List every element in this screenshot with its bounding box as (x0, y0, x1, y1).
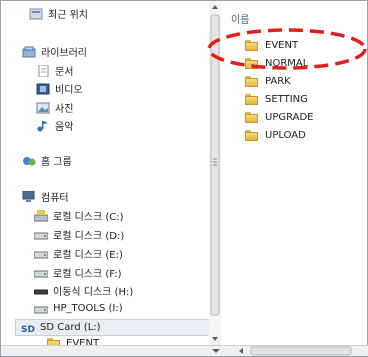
nav-item-drive-h[interactable]: 이동식 디스크 (H:) (33, 282, 133, 299)
folder-item-setting[interactable]: SETTING (245, 91, 308, 107)
pictures-icon (36, 102, 50, 114)
nav-item-recent-places[interactable]: 최근 위치 (29, 5, 88, 22)
nav-item-documents[interactable]: 문서 (36, 62, 73, 79)
nav-item-sd-card[interactable]: SD SD Card (L:) (15, 319, 209, 336)
recent-places-icon (29, 8, 43, 20)
folder-item-park[interactable]: PARK (245, 73, 291, 89)
column-header-name[interactable]: 이름 (231, 11, 249, 26)
library-icon (22, 46, 36, 58)
nav-item-drive-e[interactable]: 로컬 디스크 (E:) (33, 245, 123, 262)
system-drive-icon (33, 209, 49, 222)
nav-item-pictures[interactable]: 사진 (36, 99, 73, 116)
drive-icon (33, 303, 49, 315)
folder-item-upload[interactable]: UPLOAD (245, 127, 306, 143)
documents-icon (36, 64, 50, 77)
nav-item-computer[interactable]: 컴퓨터 (22, 188, 69, 205)
music-icon (36, 120, 50, 132)
nav-item-homegroup[interactable]: 홈 그룹 (22, 152, 72, 169)
nav-item-drive-c[interactable]: 로컬 디스크 (C:) (33, 207, 124, 224)
folder-icon (245, 129, 258, 141)
removable-drive-icon (33, 285, 49, 297)
computer-icon (22, 190, 36, 203)
svg-text:SD: SD (21, 325, 35, 334)
nav-item-libraries[interactable]: 라이브러리 (22, 43, 87, 60)
nav-item-drive-d[interactable]: 로컬 디스크 (D:) (33, 226, 124, 243)
nav-item-drive-i[interactable]: HP_TOOLS (I:) (33, 300, 123, 317)
video-icon (36, 83, 50, 95)
drive-icon (33, 248, 49, 260)
drive-icon (33, 267, 49, 279)
horizontal-scrollbar[interactable] (1, 345, 368, 356)
sd-card-icon: SD (21, 322, 35, 335)
highlight-annotation (207, 28, 367, 70)
drive-icon (33, 229, 49, 241)
folder-icon (245, 75, 258, 87)
nav-item-drive-f[interactable]: 로컬 디스크 (F:) (33, 264, 122, 281)
homegroup-icon (22, 155, 36, 167)
nav-item-videos[interactable]: 비디오 (36, 80, 83, 97)
folder-icon (245, 93, 258, 105)
nav-item-music[interactable]: 음악 (36, 117, 73, 134)
explorer-window: 최근 위치 라이브러리 문서 비디오 사진 음악 홈 그룹 컴퓨터 로컬 디스크… (0, 0, 368, 357)
folder-icon (245, 111, 258, 123)
navigation-pane: 최근 위치 라이브러리 문서 비디오 사진 음악 홈 그룹 컴퓨터 로컬 디스크… (1, 1, 209, 347)
folder-item-upgrade[interactable]: UPGRADE (245, 109, 314, 125)
